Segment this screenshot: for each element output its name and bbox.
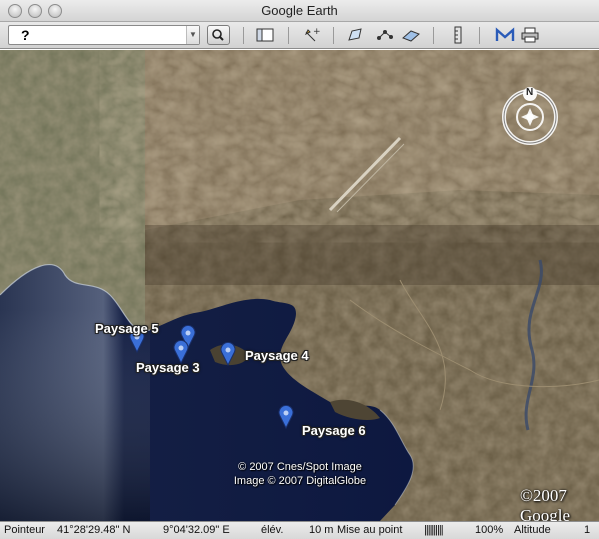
pointer-longitude: 9°04'32.09" E (163, 524, 230, 536)
ruler-button[interactable] (447, 25, 469, 45)
toolbar-separator (243, 27, 244, 44)
sidebar-toggle-button[interactable] (254, 25, 276, 45)
streaming-progress-bar: |||||||||| (424, 524, 444, 536)
imagery-credit-line-2: Image © 2007 DigitalGlobe (233, 475, 367, 487)
email-button[interactable] (494, 25, 516, 45)
sidebar-icon (256, 28, 274, 42)
add-polygon-button[interactable] (345, 25, 367, 45)
altitude-label: Altitude (514, 524, 551, 536)
placemark-label-paysage-5[interactable]: Paysage 5 (95, 321, 159, 336)
search-icon (212, 29, 224, 41)
streaming-percent: 100% (475, 524, 504, 536)
pin-icon (278, 404, 294, 430)
pointer-latitude: 41°28'29.48" N (57, 524, 131, 536)
satellite-imagery (0, 50, 599, 521)
google-logo: ©2007 Google (520, 486, 571, 521)
polygon-icon (348, 28, 362, 41)
placemark-label-paysage-6[interactable]: Paysage 6 (302, 423, 366, 438)
placemark-label-paysage-4[interactable]: Paysage 4 (245, 348, 309, 363)
overlay-icon (402, 30, 420, 42)
toolbar-separator (288, 27, 289, 44)
imagery-credit-line-1: © 2007 Cnes/Spot Image (238, 461, 362, 473)
path-icon (377, 30, 393, 40)
add-placemark-button[interactable]: + (300, 25, 322, 45)
placemark-pin-icon[interactable] (278, 404, 294, 430)
add-path-button[interactable] (374, 25, 396, 45)
focus-label: Mise au point (337, 524, 403, 536)
placemark-label-paysage-3[interactable]: Paysage 3 (136, 360, 200, 375)
pointer-label: Pointeur (4, 524, 45, 536)
toolbar: ? ▼ + (0, 22, 599, 49)
print-icon (521, 27, 539, 43)
ruler-icon (454, 26, 462, 44)
toolbar-separator (333, 27, 334, 44)
elevation-value: 10 m (309, 524, 334, 536)
email-icon (495, 27, 515, 41)
search-value: ? (21, 27, 30, 43)
search-dropdown-button[interactable]: ▼ (186, 26, 199, 44)
toolbar-separator (433, 27, 434, 44)
search-input[interactable]: ? ▼ (8, 25, 200, 45)
map-view[interactable]: N Paysage 5 Paysage 3 Paysage 4 Paysage … (0, 50, 599, 521)
title-bar: Google Earth (0, 0, 599, 22)
status-bar: Pointeur 41°28'29.48" N 9°04'32.09" E él… (0, 521, 599, 539)
search-button[interactable] (207, 25, 230, 45)
pin-icon (220, 341, 236, 367)
svg-text:+: + (313, 27, 321, 37)
compass-north-label: N (526, 87, 534, 98)
add-overlay-button[interactable] (400, 25, 422, 45)
placemark-pin-icon[interactable] (220, 341, 236, 367)
altitude-value: 1 (584, 524, 591, 536)
elevation-label: élév. (261, 524, 284, 536)
window-title: Google Earth (261, 3, 338, 18)
print-button[interactable] (519, 25, 541, 45)
toolbar-separator (479, 27, 480, 44)
placemark-icon: + (304, 27, 321, 42)
